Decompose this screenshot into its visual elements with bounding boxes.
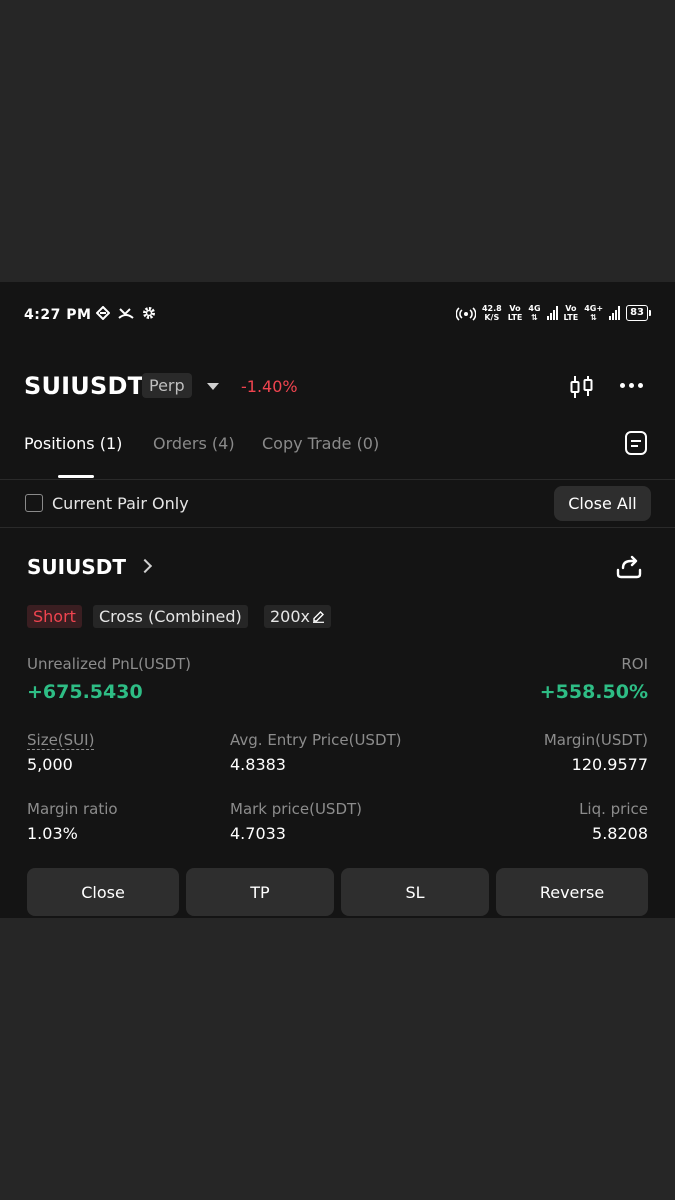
entry-price-label: Avg. Entry Price(USDT) xyxy=(230,731,402,749)
status-left-icons xyxy=(96,306,156,320)
contract-type-chip: Perp xyxy=(142,373,192,398)
roi-label: ROI xyxy=(621,655,648,673)
reverse-button[interactable]: Reverse xyxy=(496,868,648,916)
battery-icon: 83 xyxy=(626,305,651,321)
margin-ratio-label: Margin ratio xyxy=(27,800,118,818)
liq-price-value: 5.8208 xyxy=(592,824,648,843)
status-right-icons: 42.8 K/S Vo LTE 4G ⇅ Vo LTE 4G+ ⇅ 83 xyxy=(455,304,651,322)
leverage-value: 200x xyxy=(270,607,311,626)
pnl-label: Unrealized PnL(USDT) xyxy=(27,655,192,673)
network-type-1: 4G ⇅ xyxy=(528,304,541,322)
net-speed: 42.8 K/S xyxy=(481,304,502,322)
signal-bars-icon xyxy=(546,306,558,320)
tab-orders[interactable]: Orders (4) xyxy=(153,434,235,453)
position-symbol[interactable]: SUIUSDT xyxy=(27,555,126,579)
hotspot-icon xyxy=(455,307,476,321)
chevron-right-icon[interactable] xyxy=(137,558,153,574)
side-badge: Short xyxy=(27,605,82,628)
mark-price-label: Mark price(USDT) xyxy=(230,800,363,818)
sl-button[interactable]: SL xyxy=(341,868,489,916)
close-all-button[interactable]: Close All xyxy=(554,486,651,521)
pair-title[interactable]: SUIUSDT xyxy=(24,372,144,400)
tab-positions[interactable]: Positions (1) xyxy=(24,434,122,453)
current-pair-checkbox[interactable] xyxy=(25,494,43,512)
roi-value: +558.50% xyxy=(539,681,648,703)
liq-price-label: Liq. price xyxy=(579,800,648,818)
signal-bars-icon xyxy=(609,306,621,320)
network-type-2: 4G+ ⇅ xyxy=(584,304,604,322)
tab-copy-trade[interactable]: Copy Trade (0) xyxy=(262,434,379,453)
pair-dropdown-icon[interactable] xyxy=(207,383,219,390)
margin-mode-badge: Cross (Combined) xyxy=(93,605,248,628)
mark-price-value: 4.7033 xyxy=(230,824,286,843)
share-icon[interactable] xyxy=(614,552,644,582)
entry-price-value: 4.8383 xyxy=(230,755,286,774)
close-position-button[interactable]: Close xyxy=(27,868,179,916)
filter-divider xyxy=(0,527,675,528)
battery-level: 83 xyxy=(626,305,648,321)
margin-ratio-value: 1.03% xyxy=(27,824,78,843)
more-options-icon[interactable] xyxy=(620,383,643,388)
margin-label: Margin(USDT) xyxy=(543,731,648,749)
order-history-icon[interactable] xyxy=(624,430,648,456)
gear-icon xyxy=(143,307,155,319)
volte-1: Vo LTE xyxy=(507,304,523,322)
app-screen: 4:27 PM 42.8 K/S Vo LTE 4G ⇅ Vo LTE 4G+ … xyxy=(0,282,675,918)
app-logo-icon xyxy=(96,306,110,320)
tabs-divider xyxy=(0,479,675,480)
size-value: 5,000 xyxy=(27,755,73,774)
current-pair-label[interactable]: Current Pair Only xyxy=(52,494,189,513)
missed-call-icon xyxy=(118,308,134,319)
pnl-value: +675.5430 xyxy=(27,681,143,703)
tp-button[interactable]: TP xyxy=(186,868,334,916)
active-tab-indicator xyxy=(58,475,94,478)
price-change: -1.40% xyxy=(241,377,298,396)
margin-value: 120.9577 xyxy=(571,755,648,774)
leverage-badge[interactable]: 200x xyxy=(264,605,332,628)
edit-icon xyxy=(313,611,325,623)
size-label[interactable]: Size(SUI) xyxy=(27,731,95,750)
candlestick-chart-icon[interactable] xyxy=(569,374,595,400)
status-time: 4:27 PM xyxy=(24,307,92,323)
volte-2: Vo LTE xyxy=(563,304,579,322)
